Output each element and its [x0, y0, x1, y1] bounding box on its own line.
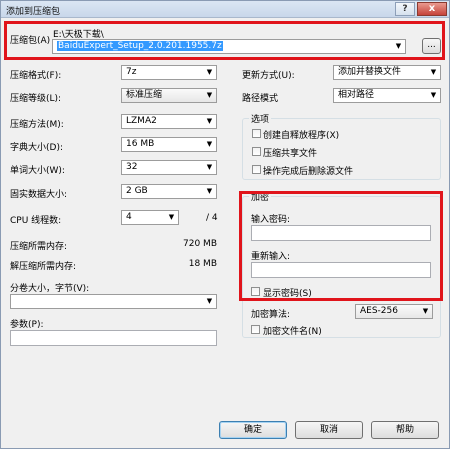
help-button[interactable]: 帮助 — [371, 421, 439, 439]
encryption-method-value: AES-256 — [360, 306, 398, 316]
chevron-down-icon[interactable]: ▼ — [205, 138, 214, 151]
split-combo[interactable]: ▼ — [10, 294, 217, 309]
level-value: 标准压缩 — [126, 90, 163, 100]
chevron-down-icon[interactable]: ▼ — [167, 211, 176, 224]
threads-combo[interactable]: 4 ▼ — [121, 210, 179, 225]
highlight-encryption — [239, 191, 443, 301]
update-combo[interactable]: 添加并替换文件 ▼ — [333, 65, 441, 80]
options-title: 选项 — [249, 112, 272, 125]
chevron-down-icon[interactable]: ▼ — [429, 66, 438, 79]
pathmode-value: 相对路径 — [338, 90, 375, 100]
encrypt-names-label: 加密文件名(N) — [263, 327, 322, 337]
close-button[interactable]: x — [417, 2, 447, 16]
sfx-checkbox[interactable] — [252, 129, 261, 138]
threads-label: CPU 线程数: — [10, 216, 62, 226]
level-combo[interactable]: 标准压缩 ▼ — [121, 88, 217, 103]
help-title-button[interactable]: ? — [395, 2, 415, 16]
mem-decomp-value: 18 MB — [188, 259, 217, 269]
method-label: 压缩方法(M): — [10, 120, 64, 130]
sfx-label: 创建自释放程序(X) — [263, 131, 340, 141]
chevron-down-icon[interactable]: ▼ — [205, 161, 214, 174]
level-label: 压缩等级(L): — [10, 94, 62, 104]
chevron-down-icon[interactable]: ▼ — [205, 66, 214, 79]
chevron-down-icon[interactable]: ▼ — [429, 89, 438, 102]
update-label: 更新方式(U): — [242, 71, 295, 81]
window-title: 添加到压缩包 — [6, 7, 61, 17]
solid-value: 2 GB — [126, 186, 148, 196]
encrypt-names-checkbox[interactable] — [251, 325, 260, 334]
word-combo[interactable]: 32 ▼ — [121, 160, 217, 175]
chevron-down-icon[interactable]: ▼ — [205, 295, 214, 308]
format-label: 压缩格式(F): — [10, 71, 62, 81]
format-value: 7z — [126, 67, 137, 77]
add-to-archive-dialog: 添加到压缩包 ? x 压缩包(A) E:\天极下载\ BaiduExpert_S… — [0, 0, 450, 449]
threads-value: 4 — [126, 212, 132, 222]
params-input[interactable] — [10, 330, 217, 346]
mem-comp-label: 压缩所需内存: — [10, 242, 68, 252]
cancel-button[interactable]: 取消 — [295, 421, 363, 439]
word-value: 32 — [126, 162, 138, 172]
format-combo[interactable]: 7z ▼ — [121, 65, 217, 80]
chevron-down-icon[interactable]: ▼ — [205, 89, 214, 102]
dict-value: 16 MB — [126, 139, 155, 149]
pathmode-combo[interactable]: 相对路径 ▼ — [333, 88, 441, 103]
chevron-down-icon[interactable]: ▼ — [205, 185, 214, 198]
params-label: 参数(P): — [10, 320, 44, 330]
ok-button[interactable]: 确定 — [219, 421, 287, 439]
shared-label: 压缩共享文件 — [263, 149, 318, 159]
method-value: LZMA2 — [126, 116, 157, 126]
solid-label: 固实数据大小: — [10, 190, 68, 200]
threads-max: / 4 — [206, 213, 218, 223]
method-combo[interactable]: LZMA2 ▼ — [121, 114, 217, 129]
solid-combo[interactable]: 2 GB ▼ — [121, 184, 217, 199]
dict-label: 字典大小(D): — [10, 143, 63, 153]
mem-comp-value: 720 MB — [183, 239, 217, 249]
update-value: 添加并替换文件 — [338, 67, 402, 77]
chevron-down-icon[interactable]: ▼ — [421, 305, 430, 318]
encryption-method-combo[interactable]: AES-256 ▼ — [355, 304, 433, 319]
chevron-down-icon[interactable]: ▼ — [205, 115, 214, 128]
delete-after-label: 操作完成后删除源文件 — [263, 167, 354, 177]
delete-after-checkbox[interactable] — [252, 165, 261, 174]
mem-decomp-label: 解压缩所需内存: — [10, 262, 77, 272]
split-label: 分卷大小，字节(V): — [10, 284, 90, 294]
shared-checkbox[interactable] — [252, 147, 261, 156]
pathmode-label: 路径模式 — [242, 94, 279, 104]
title-bar: 添加到压缩包 ? x — [1, 1, 449, 18]
dict-combo[interactable]: 16 MB ▼ — [121, 137, 217, 152]
highlight-archive — [4, 21, 445, 60]
word-label: 单词大小(W): — [10, 166, 65, 176]
encryption-method-label: 加密算法: — [251, 310, 291, 320]
